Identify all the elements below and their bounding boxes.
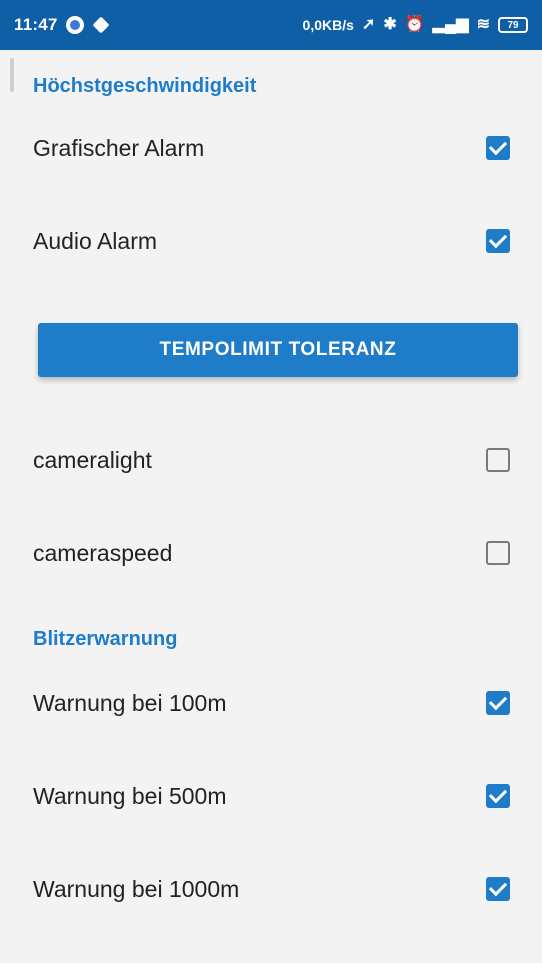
setting-row-grafischer-alarm[interactable]: Grafischer Alarm bbox=[0, 105, 542, 191]
setting-label: Warnung bei 100m bbox=[33, 689, 227, 716]
warnung-500-checkbox[interactable] bbox=[486, 784, 510, 808]
scroll-indicator bbox=[10, 58, 14, 92]
warnung-1000-checkbox[interactable] bbox=[486, 877, 510, 901]
setting-row-cameralight[interactable]: cameralight bbox=[0, 417, 542, 503]
section-header-hoechstgeschwindigkeit: Höchstgeschwindigkeit bbox=[33, 75, 257, 97]
bluetooth-icon: ✱ bbox=[383, 16, 397, 33]
setting-label: cameralight bbox=[33, 446, 152, 473]
status-left: 11:47 bbox=[14, 15, 110, 35]
navigation-icon bbox=[92, 16, 110, 34]
status-time: 11:47 bbox=[14, 15, 58, 34]
setting-label: cameraspeed bbox=[33, 539, 173, 566]
signal-icon: ▂▄▆ bbox=[432, 16, 469, 33]
tempolimit-toleranz-button[interactable]: TEMPOLIMIT TOLERANZ bbox=[38, 323, 518, 377]
grafischer-alarm-checkbox[interactable] bbox=[486, 136, 510, 160]
audio-alarm-checkbox[interactable] bbox=[486, 229, 510, 253]
setting-label: Warnung bei 1000m bbox=[33, 875, 240, 902]
setting-row-warnung-100[interactable]: Warnung bei 100m bbox=[0, 660, 542, 746]
setting-label: Grafischer Alarm bbox=[33, 134, 205, 161]
setting-row-audio-alarm[interactable]: Audio Alarm bbox=[0, 198, 542, 284]
alarm-clock-icon: ⏰ bbox=[404, 16, 425, 33]
app-notification-icon bbox=[65, 16, 84, 34]
status-right: 0,0KB/s ➚ ✱ ⏰ ▂▄▆ ≋ 79 bbox=[303, 17, 528, 33]
cameraspeed-checkbox[interactable] bbox=[486, 541, 510, 565]
battery-icon: 79 bbox=[498, 17, 528, 33]
setting-row-warnung-1000[interactable]: Warnung bei 1000m bbox=[0, 846, 542, 932]
status-bar: 11:47 0,0KB/s ➚ ✱ ⏰ ▂▄▆ ≋ 79 bbox=[0, 0, 542, 50]
setting-label: Warnung bei 500m bbox=[33, 782, 227, 809]
section-header-blitzerwarnung: Blitzerwarnung bbox=[33, 628, 178, 650]
setting-row-warnung-500[interactable]: Warnung bei 500m bbox=[0, 753, 542, 839]
cameralight-checkbox[interactable] bbox=[486, 448, 510, 472]
setting-label: Audio Alarm bbox=[33, 227, 158, 254]
network-speed: 0,0KB/s bbox=[302, 17, 354, 33]
warnung-100-checkbox[interactable] bbox=[486, 691, 510, 715]
location-arrow-icon: ➚ bbox=[361, 16, 376, 33]
setting-row-cameraspeed[interactable]: cameraspeed bbox=[0, 510, 542, 596]
battery-level: 79 bbox=[507, 19, 519, 31]
wifi-icon: ≋ bbox=[476, 16, 490, 33]
